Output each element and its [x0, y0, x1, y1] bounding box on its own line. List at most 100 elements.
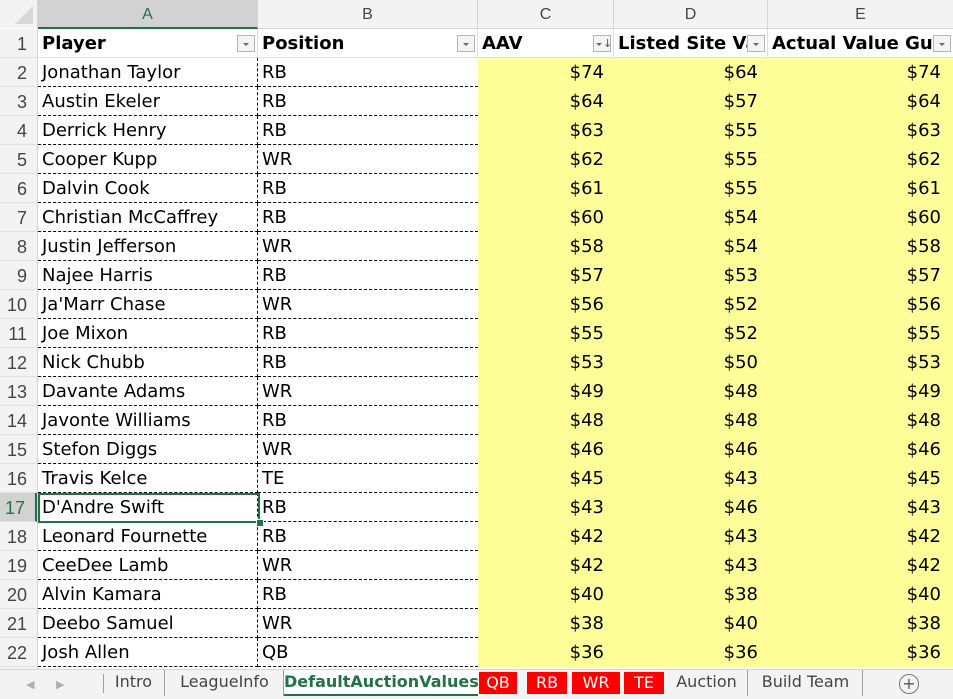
- actual-value-guess-cell[interactable]: $53: [768, 348, 953, 377]
- fill-handle[interactable]: [256, 519, 264, 527]
- select-all-corner[interactable]: [0, 0, 38, 28]
- row-header-14[interactable]: 14: [0, 406, 37, 435]
- row-header-6[interactable]: 6: [0, 174, 37, 203]
- actual-value-guess-cell[interactable]: $57: [768, 261, 953, 290]
- sheet-tab-defaultauctionvalues[interactable]: DefaultAuctionValues: [284, 670, 479, 696]
- position-cell[interactable]: RB: [258, 522, 478, 551]
- aav-cell[interactable]: $36: [478, 638, 614, 667]
- listed-site-value-cell[interactable]: $55: [614, 174, 768, 203]
- aav-cell[interactable]: $57: [478, 261, 614, 290]
- listed-site-value-cell[interactable]: $36: [614, 638, 768, 667]
- position-cell[interactable]: RB: [258, 58, 478, 87]
- column-header-c[interactable]: C: [478, 0, 614, 28]
- position-cell[interactable]: RB: [258, 261, 478, 290]
- row-header-12[interactable]: 12: [0, 348, 37, 377]
- aav-cell[interactable]: $62: [478, 145, 614, 174]
- sheet-tab-qb[interactable]: QB: [479, 672, 517, 694]
- player-cell[interactable]: Alvin Kamara: [38, 580, 258, 609]
- player-cell[interactable]: Ja'Marr Chase: [38, 290, 258, 319]
- aav-cell[interactable]: $55: [478, 319, 614, 348]
- player-cell[interactable]: Travis Kelce: [38, 464, 258, 493]
- actual-value-guess-cell[interactable]: $62: [768, 145, 953, 174]
- position-cell[interactable]: RB: [258, 348, 478, 377]
- column-header-a[interactable]: A: [38, 0, 258, 29]
- player-cell[interactable]: Justin Jefferson: [38, 232, 258, 261]
- listed-site-value-cell[interactable]: $55: [614, 116, 768, 145]
- row-header-8[interactable]: 8: [0, 232, 37, 261]
- aav-cell[interactable]: $58: [478, 232, 614, 261]
- actual-value-guess-cell[interactable]: $63: [768, 116, 953, 145]
- sort-descending-filter-icon[interactable]: [593, 29, 612, 57]
- listed-site-value-cell[interactable]: $53: [614, 261, 768, 290]
- player-cell[interactable]: Joe Mixon: [38, 319, 258, 348]
- position-cell[interactable]: WR: [258, 551, 478, 580]
- aav-cell[interactable]: $38: [478, 609, 614, 638]
- position-cell[interactable]: RB: [258, 580, 478, 609]
- row-header-2[interactable]: 2: [0, 58, 37, 87]
- actual-value-guess-cell[interactable]: $45: [768, 464, 953, 493]
- aav-cell[interactable]: $49: [478, 377, 614, 406]
- sheet-tab-rb[interactable]: RB: [527, 672, 567, 694]
- position-cell[interactable]: RB: [258, 319, 478, 348]
- position-cell[interactable]: WR: [258, 232, 478, 261]
- row-header-11[interactable]: 11: [0, 319, 37, 348]
- aav-cell[interactable]: $42: [478, 522, 614, 551]
- player-cell[interactable]: Christian McCaffrey: [38, 203, 258, 232]
- column-header-b[interactable]: B: [258, 0, 478, 28]
- player-cell[interactable]: Derrick Henry: [38, 116, 258, 145]
- aav-cell[interactable]: $46: [478, 435, 614, 464]
- position-cell[interactable]: WR: [258, 377, 478, 406]
- listed-site-value-cell[interactable]: $57: [614, 87, 768, 116]
- player-cell[interactable]: Leonard Fournette: [38, 522, 258, 551]
- listed-site-value-cell[interactable]: $43: [614, 464, 768, 493]
- aav-cell[interactable]: $74: [478, 58, 614, 87]
- row-header-1[interactable]: 1: [0, 29, 37, 58]
- row-header-15[interactable]: 15: [0, 435, 37, 464]
- aav-cell[interactable]: $42: [478, 551, 614, 580]
- listed-site-value-cell[interactable]: $55: [614, 145, 768, 174]
- row-header-20[interactable]: 20: [0, 580, 37, 609]
- aav-cell[interactable]: $61: [478, 174, 614, 203]
- column-header-e[interactable]: E: [768, 0, 953, 28]
- scroll-tabs-right-icon[interactable]: ▶: [56, 678, 64, 691]
- filter-dropdown-icon[interactable]: [237, 35, 255, 52]
- position-cell[interactable]: WR: [258, 609, 478, 638]
- row-header-7[interactable]: 7: [0, 203, 37, 232]
- player-cell[interactable]: Davante Adams: [38, 377, 258, 406]
- aav-cell[interactable]: $56: [478, 290, 614, 319]
- actual-value-guess-cell[interactable]: $49: [768, 377, 953, 406]
- listed-site-value-cell[interactable]: $40: [614, 609, 768, 638]
- player-cell[interactable]: D'Andre Swift: [38, 493, 258, 522]
- row-header-22[interactable]: 22: [0, 638, 37, 667]
- listed-site-value-cell[interactable]: $46: [614, 493, 768, 522]
- sheet-tab-leagueinfo[interactable]: LeagueInfo: [166, 670, 284, 696]
- aav-cell[interactable]: $40: [478, 580, 614, 609]
- listed-site-value-cell[interactable]: $43: [614, 522, 768, 551]
- actual-value-guess-cell[interactable]: $58: [768, 232, 953, 261]
- position-cell[interactable]: WR: [258, 145, 478, 174]
- actual-value-guess-cell[interactable]: $60: [768, 203, 953, 232]
- aav-cell[interactable]: $45: [478, 464, 614, 493]
- position-cell[interactable]: WR: [258, 290, 478, 319]
- listed-site-value-cell[interactable]: $54: [614, 203, 768, 232]
- actual-value-guess-cell[interactable]: $38: [768, 609, 953, 638]
- listed-site-value-cell[interactable]: $52: [614, 290, 768, 319]
- row-header-10[interactable]: 10: [0, 290, 37, 319]
- listed-site-value-cell[interactable]: $50: [614, 348, 768, 377]
- scroll-tabs-left-icon[interactable]: ◀: [26, 678, 34, 691]
- row-header-4[interactable]: 4: [0, 116, 37, 145]
- filter-dropdown-icon[interactable]: [457, 35, 475, 52]
- player-cell[interactable]: Nick Chubb: [38, 348, 258, 377]
- aav-cell[interactable]: $63: [478, 116, 614, 145]
- listed-site-value-cell[interactable]: $64: [614, 58, 768, 87]
- add-sheet-button[interactable]: +: [899, 674, 919, 694]
- row-header-13[interactable]: 13: [0, 377, 37, 406]
- sheet-tab-build-team[interactable]: Build Team: [749, 670, 863, 696]
- row-header-5[interactable]: 5: [0, 145, 37, 174]
- column-header-d[interactable]: D: [614, 0, 768, 28]
- player-cell[interactable]: Najee Harris: [38, 261, 258, 290]
- listed-site-value-cell[interactable]: $48: [614, 377, 768, 406]
- actual-value-guess-cell[interactable]: $46: [768, 435, 953, 464]
- actual-value-guess-cell[interactable]: $64: [768, 87, 953, 116]
- row-header-21[interactable]: 21: [0, 609, 37, 638]
